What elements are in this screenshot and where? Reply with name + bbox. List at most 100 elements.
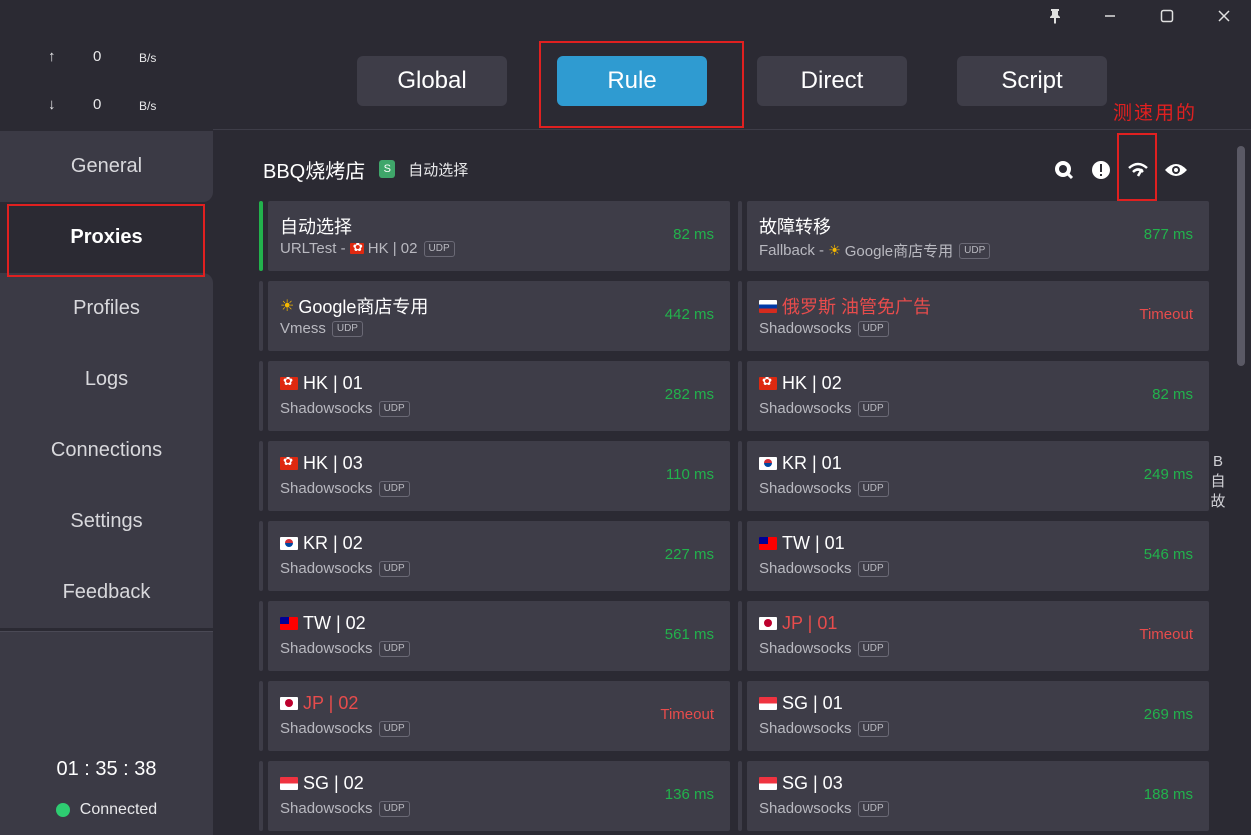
proxy-card[interactable]: HK | 03 Shadowsocks UDP 110 ms [259, 441, 730, 511]
minimize-icon[interactable] [1090, 2, 1130, 30]
proxy-delay[interactable]: Timeout [1139, 306, 1193, 323]
proxy-type-text: Shadowsocks [280, 640, 373, 657]
download-unit: B/s [139, 99, 157, 113]
proxy-type-text: Fallback - [759, 242, 829, 259]
nav-item-feedback[interactable]: Feedback [0, 557, 213, 628]
proxy-card[interactable]: JP | 01 Shadowsocks UDP Timeout [738, 601, 1209, 671]
udp-badge: UDP [857, 640, 889, 657]
proxy-type: Shadowsocks UDP [280, 800, 410, 817]
mode-direct-button[interactable]: Direct [757, 56, 907, 106]
udp-badge: UDP [423, 240, 455, 257]
proxy-delay[interactable]: 136 ms [665, 786, 714, 803]
proxy-type-text: URLTest - [280, 240, 350, 257]
selection-indicator [738, 601, 742, 671]
proxy-delay[interactable]: 188 ms [1144, 786, 1193, 803]
download-value: 0 [93, 96, 102, 113]
proxy-type-text: Shadowsocks [280, 480, 373, 497]
proxy-card[interactable]: SG | 01 Shadowsocks UDP 269 ms [738, 681, 1209, 751]
proxy-type-text: Shadowsocks [280, 560, 373, 577]
group-index-item[interactable]: B [1208, 452, 1228, 472]
proxy-card[interactable]: HK | 01 Shadowsocks UDP 282 ms [259, 361, 730, 431]
selection-indicator [738, 361, 742, 431]
proxy-name-text: JP | 02 [303, 693, 359, 713]
proxy-card[interactable]: SG | 03 Shadowsocks UDP 188 ms [738, 761, 1209, 831]
proxy-card[interactable]: 故障转移 Fallback - ☀ Google商店专用 UDP 877 ms [738, 201, 1209, 271]
proxy-type-text: Shadowsocks [759, 400, 852, 417]
mode-rule-button[interactable]: Rule [557, 56, 707, 106]
nav-item-settings[interactable]: Settings [0, 486, 213, 557]
proxy-delay[interactable]: 877 ms [1144, 226, 1193, 243]
proxy-name-text: 故障转移 [759, 217, 831, 237]
uptime-timer: 01 : 35 : 38 [56, 758, 157, 780]
scrollbar-thumb[interactable] [1237, 146, 1245, 366]
proxy-delay[interactable]: Timeout [660, 706, 714, 723]
proxy-delay[interactable]: 269 ms [1144, 706, 1193, 723]
locate-icon[interactable] [1052, 158, 1076, 182]
selection-indicator [259, 201, 263, 271]
proxy-type: Shadowsocks UDP [759, 560, 889, 577]
download-speed: ↓ 0 B/s [0, 96, 213, 116]
proxy-delay[interactable]: 82 ms [1152, 386, 1193, 403]
flag-ru-icon [759, 299, 777, 313]
udp-badge: UDP [857, 560, 889, 577]
proxy-card[interactable]: 自动选择 URLTest - HK | 02 UDP 82 ms [259, 201, 730, 271]
flag-sg-icon [759, 777, 777, 790]
udp-badge: UDP [857, 480, 889, 497]
proxy-type: Shadowsocks UDP [759, 480, 889, 497]
proxy-card[interactable]: JP | 02 Shadowsocks UDP Timeout [259, 681, 730, 751]
nav-item-proxies[interactable]: Proxies [0, 202, 213, 273]
proxy-delay[interactable]: 110 ms [666, 466, 714, 483]
proxy-card[interactable]: KR | 01 Shadowsocks UDP 249 ms [738, 441, 1209, 511]
sun-icon: ☀ [280, 298, 295, 315]
proxy-delay[interactable]: 561 ms [665, 626, 714, 643]
flag-tw-icon [759, 537, 777, 550]
selection-indicator [259, 601, 263, 671]
maximize-icon[interactable] [1147, 2, 1187, 30]
proxy-via-text: Google商店专用 [844, 243, 954, 260]
proxy-name-text: SG | 02 [303, 773, 364, 793]
upload-unit: B/s [139, 51, 157, 65]
udp-badge: UDP [857, 400, 889, 417]
proxy-name: JP | 02 [280, 693, 358, 714]
proxy-card[interactable]: SG | 02 Shadowsocks UDP 136 ms [259, 761, 730, 831]
proxy-type: Shadowsocks UDP [280, 480, 410, 497]
mode-script-button[interactable]: Script [957, 56, 1107, 106]
proxy-delay[interactable]: 82 ms [673, 226, 714, 243]
proxy-delay[interactable]: 282 ms [665, 386, 714, 403]
group-index-item[interactable]: 故 [1208, 492, 1228, 512]
proxy-card[interactable]: ☀ Google商店专用 Vmess UDP 442 ms [259, 281, 730, 351]
proxy-type: Shadowsocks UDP [759, 400, 889, 417]
alert-icon[interactable] [1089, 158, 1113, 182]
mode-global-button[interactable]: Global [357, 56, 507, 106]
flag-jp-icon [280, 697, 298, 710]
proxy-type-text: Shadowsocks [759, 640, 852, 657]
proxy-type: Shadowsocks UDP [759, 720, 889, 737]
proxy-delay[interactable]: Timeout [1139, 626, 1193, 643]
flag-sg-icon [759, 697, 777, 710]
close-icon[interactable] [1204, 2, 1244, 30]
flag-jp-icon [759, 617, 777, 630]
proxy-delay[interactable]: 546 ms [1144, 546, 1193, 563]
proxy-card[interactable]: TW | 01 Shadowsocks UDP 546 ms [738, 521, 1209, 591]
selection-indicator [259, 441, 263, 511]
proxy-card[interactable]: HK | 02 Shadowsocks UDP 82 ms [738, 361, 1209, 431]
group-index-item[interactable]: 自 [1208, 472, 1228, 492]
proxy-card[interactable]: KR | 02 Shadowsocks UDP 227 ms [259, 521, 730, 591]
pin-icon[interactable] [1035, 2, 1075, 30]
proxy-delay[interactable]: 227 ms [665, 546, 714, 563]
proxy-delay[interactable]: 442 ms [665, 306, 714, 323]
udp-badge: UDP [959, 242, 991, 259]
proxy-delay[interactable]: 249 ms [1144, 466, 1193, 483]
nav-item-general[interactable]: General [0, 131, 213, 202]
proxy-card[interactable]: 俄罗斯 油管免广告 Shadowsocks UDP Timeout [738, 281, 1209, 351]
speed-test-icon[interactable] [1126, 158, 1150, 182]
nav-item-connections[interactable]: Connections [0, 415, 213, 486]
proxy-name-text: JP | 01 [782, 613, 838, 633]
selection-indicator [259, 761, 263, 831]
proxy-name: 俄罗斯 油管免广告 [759, 293, 931, 319]
nav-item-profiles[interactable]: Profiles [0, 273, 213, 344]
nav-item-logs[interactable]: Logs [0, 344, 213, 415]
proxy-name-text: 自动选择 [280, 217, 352, 237]
proxy-card[interactable]: TW | 02 Shadowsocks UDP 561 ms [259, 601, 730, 671]
eye-icon[interactable] [1164, 158, 1188, 182]
